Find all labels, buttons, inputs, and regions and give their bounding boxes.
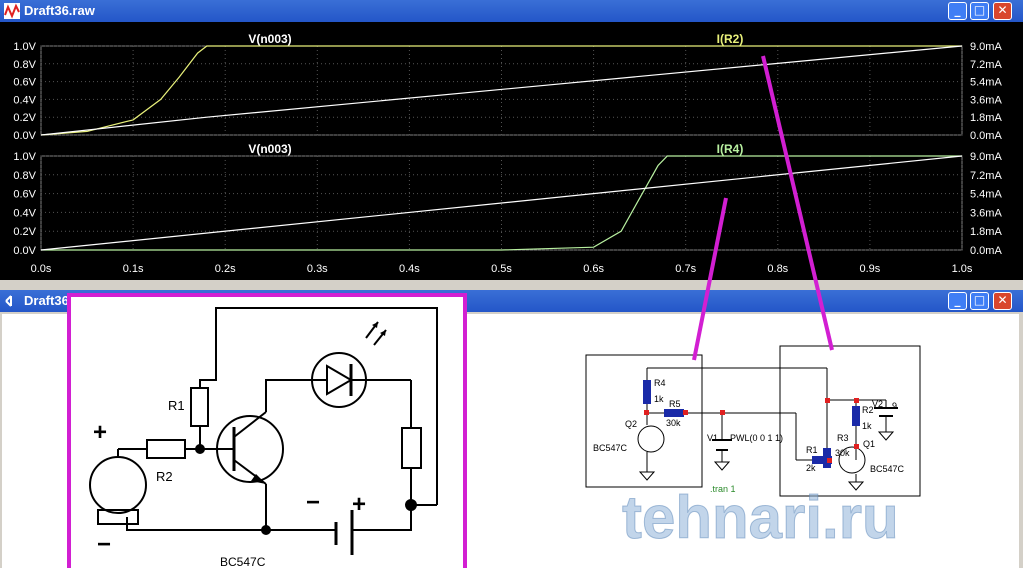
x-tick-label: 0.4s: [399, 263, 420, 275]
waveform-window-title: Draft36.raw: [24, 3, 95, 18]
left-tick-label: 0.8V: [13, 59, 36, 71]
left-tick-label: 0.0V: [13, 245, 36, 257]
trace-ir4: [40, 155, 963, 251]
left-tick-label: 0.6V: [13, 77, 36, 89]
right-tick-label: 7.2mA: [970, 170, 1002, 182]
right-tick-label: 7.2mA: [970, 59, 1002, 71]
waveform-chart[interactable]: 1.0V 9.0mA 0.8V 7.2mA 0.6V 5.4mA 0.4V 3.6mA 0.2V…: [0, 22, 1023, 280]
left-tick-label: 0.2V: [13, 112, 36, 124]
schematic-window: Draft36 _ □ ✕: [0, 290, 1023, 568]
schematic-minimize-button[interactable]: _: [948, 292, 967, 310]
waveform-app-icon: [4, 3, 20, 19]
left-tick-label: 0.6V: [13, 189, 36, 201]
right-tick-label: 9.0mA: [970, 151, 1002, 163]
left-tick-label: 0.4V: [13, 94, 36, 106]
trace-title-current: I(R2): [717, 32, 744, 46]
x-tick-label: 0.9s: [860, 263, 881, 275]
schematic-titlebar: Draft36 _ □ ✕: [0, 290, 1023, 312]
right-tick-label: 9.0mA: [970, 41, 1002, 53]
x-tick-label: 0.0s: [31, 263, 52, 275]
waveform-titlebar: Draft36.raw _ □ ✕: [0, 0, 1023, 22]
x-tick-label: 0.3s: [307, 263, 328, 275]
right-tick-label: 5.4mA: [970, 77, 1002, 89]
right-tick-label: 3.6mA: [970, 94, 1002, 106]
right-tick-label: 1.8mA: [970, 112, 1002, 124]
schematic-window-title: Draft36: [24, 293, 69, 308]
x-tick-label: 0.8s: [767, 263, 788, 275]
right-tick-label: 0.0mA: [970, 245, 1002, 257]
x-tick-label: 0.1s: [123, 263, 144, 275]
left-tick-label: 1.0V: [13, 41, 36, 53]
left-tick-label: 0.2V: [13, 226, 36, 238]
schematic-canvas[interactable]: [2, 314, 1019, 568]
waveform-close-button[interactable]: ✕: [993, 2, 1012, 20]
trace-title-current: I(R4): [717, 142, 744, 156]
right-tick-label: 1.8mA: [970, 226, 1002, 238]
waveform-plot-area[interactable]: 1.0V 9.0mA 0.8V 7.2mA 0.6V 5.4mA 0.4V 3.6mA 0.2V…: [0, 22, 1023, 280]
left-tick-label: 0.0V: [13, 130, 36, 142]
trace-title-voltage: V(n003): [248, 142, 291, 156]
x-tick-label: 0.7s: [675, 263, 696, 275]
right-tick-label: 0.0mA: [970, 130, 1002, 142]
x-tick-label: 1.0s: [952, 263, 973, 275]
schematic-maximize-button[interactable]: □: [970, 292, 989, 310]
x-tick-label: 0.2s: [215, 263, 236, 275]
left-tick-label: 1.0V: [13, 151, 36, 163]
waveform-maximize-button[interactable]: □: [970, 2, 989, 20]
left-tick-label: 0.8V: [13, 170, 36, 182]
right-tick-label: 3.6mA: [970, 207, 1002, 219]
schematic-app-icon: [5, 295, 12, 307]
schematic-close-button[interactable]: ✕: [993, 292, 1012, 310]
waveform-minimize-button[interactable]: _: [948, 2, 967, 20]
right-tick-label: 5.4mA: [970, 189, 1002, 201]
trace-title-voltage: V(n003): [248, 32, 291, 46]
left-tick-label: 0.4V: [13, 207, 36, 219]
x-tick-label: 0.6s: [583, 263, 604, 275]
x-tick-label: 0.5s: [491, 263, 512, 275]
